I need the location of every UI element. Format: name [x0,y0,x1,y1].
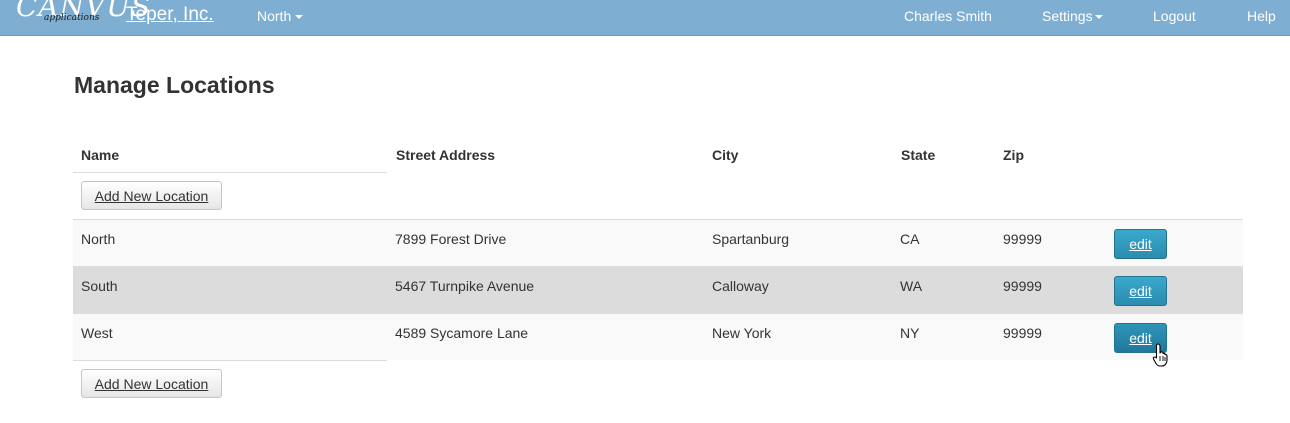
table-row: North 7899 Forest Drive Spartanburg CA 9… [73,219,1243,266]
hand-cursor-icon [1152,343,1168,367]
column-header-city: City [712,147,739,163]
cell-zip: 99999 [1003,231,1042,247]
column-header-state: State [901,147,936,163]
canvus-logo[interactable]: CANVUS applications [16,0,150,26]
logout-link[interactable]: Logout [1153,8,1196,24]
cell-state: CA [900,231,920,247]
cell-state: NY [900,325,920,341]
caret-down-icon [1094,15,1103,20]
location-dropdown-label: North [257,8,292,24]
cell-name: West [81,325,113,341]
company-brand-link[interactable]: Teper, Inc. [126,4,214,26]
cell-street: 4589 Sycamore Lane [395,325,529,341]
settings-dropdown-label: Settings [1042,8,1093,24]
cell-street: 5467 Turnpike Avenue [395,278,535,294]
page-title: Manage Locations [74,72,275,98]
cell-name: North [81,231,116,247]
help-link[interactable]: Help [1247,8,1276,24]
column-header-zip: Zip [1003,147,1024,163]
cell-name: South [81,278,118,294]
table-row: West 4589 Sycamore Lane New York NY 9999… [73,313,1243,360]
add-location-button-top[interactable]: Add New Location [81,181,222,210]
edit-button[interactable]: edit [1114,276,1167,306]
caret-down-icon [295,15,304,20]
location-dropdown[interactable]: North [257,8,304,24]
settings-dropdown[interactable]: Settings [1042,8,1103,24]
logo-tagline: applications [44,13,100,23]
add-location-button-bottom[interactable]: Add New Location [81,369,222,398]
cell-city: New York [712,325,772,341]
cell-city: Spartanburg [712,231,790,247]
edit-button[interactable]: edit [1114,229,1167,259]
cell-zip: 99999 [1003,325,1042,341]
user-name-link[interactable]: Charles Smith [904,8,992,24]
header-divider [73,172,387,173]
cell-state: WA [900,278,923,294]
table-row: South 5467 Turnpike Avenue Calloway WA 9… [73,266,1243,313]
top-navbar: CANVUS applications Teper, Inc. North Ch… [0,0,1290,36]
cell-zip: 99999 [1003,278,1042,294]
cell-street: 7899 Forest Drive [395,231,507,247]
column-header-name: Name [81,147,120,163]
cell-city: Calloway [712,278,769,294]
footer-divider [73,360,387,361]
column-header-street: Street Address [396,147,496,163]
